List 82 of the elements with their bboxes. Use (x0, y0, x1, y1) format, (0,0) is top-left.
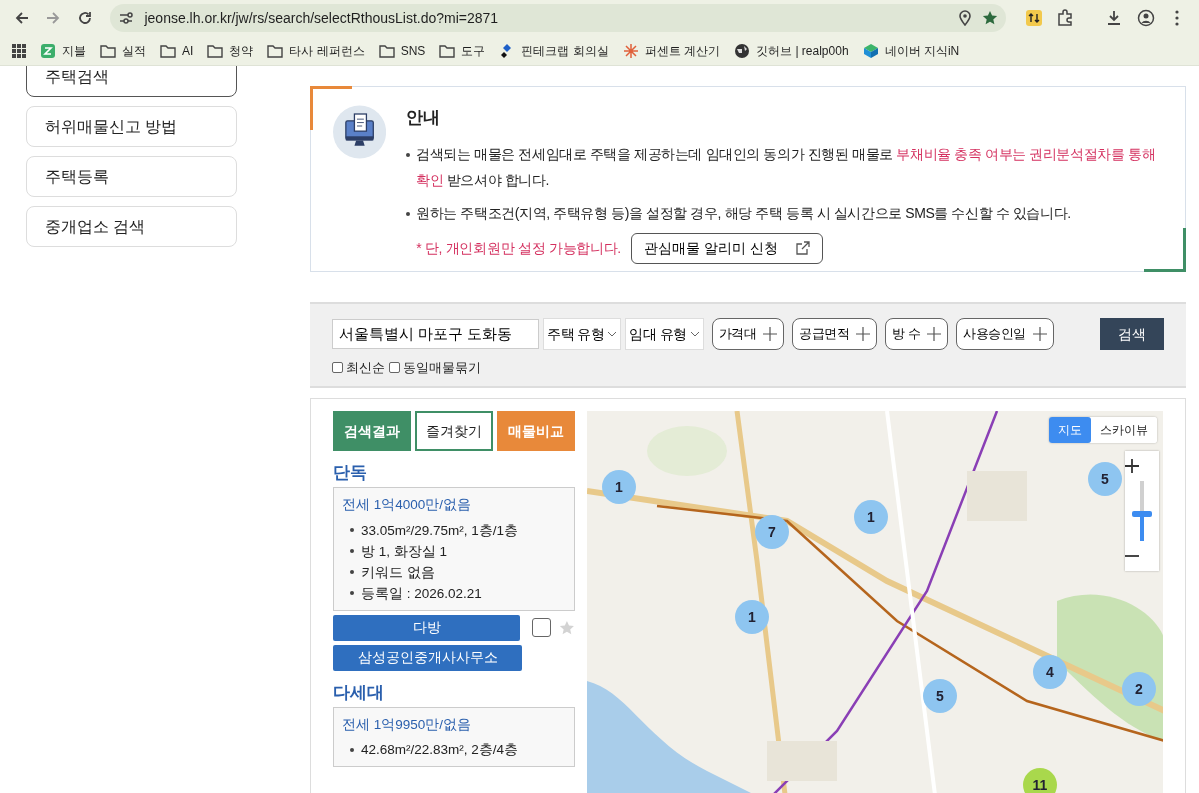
bookmark-link[interactable]: 실적 (100, 42, 146, 60)
alert-subscribe-button[interactable]: 관심매물 알리미 신청 (630, 232, 823, 264)
listing-detail: 키워드 없음 (361, 563, 435, 582)
folder-icon (160, 43, 176, 59)
folder-icon (267, 43, 284, 59)
sidebar-menu-item[interactable]: 중개업소 검색 (26, 206, 237, 247)
checkbox[interactable] (389, 362, 400, 374)
map-view-toggle[interactable]: 스카이뷰 (1091, 417, 1157, 443)
filter-button[interactable]: 공급면적 (792, 318, 878, 350)
location-field[interactable]: 서울특별시 마포구 도화동 (332, 319, 539, 349)
burst-icon (622, 43, 639, 59)
extension-badge-icon[interactable] (1024, 9, 1043, 27)
app-icon (40, 43, 56, 59)
bookmark-link[interactable]: 네이버 지식iN (862, 42, 960, 60)
zoom-slider-thumb[interactable] (1132, 511, 1152, 517)
plus-icon (763, 327, 778, 341)
chevron-down-icon (689, 331, 700, 337)
filter-button[interactable]: 사용승인일 (956, 318, 1054, 350)
notice-text: 검색되는 매물은 전세임대로 주택을 제공하는데 임대인의 동의가 진행된 매물로 부채비율 충족 여부는 권리분석절차를 통해 확인 받으셔야 합니다. (416, 144, 1157, 190)
result-tab[interactable]: 즐겨찾기 (415, 411, 493, 451)
bookmark-link[interactable]: 핀테크랩 회의실 (499, 42, 609, 60)
sidebar-menu-item[interactable]: 주택검색 (26, 66, 237, 97)
bullet-icon (350, 591, 354, 596)
bullet-icon (350, 570, 354, 575)
notice-note: * 단, 개인회원만 설정 가능합니다. (416, 238, 621, 258)
listing-price[interactable]: 전세 1억4000만/없음 (342, 495, 566, 516)
bullet-icon (406, 211, 411, 216)
globe-icon (734, 43, 751, 59)
cube-logo-icon (862, 43, 879, 59)
bullet-icon (350, 549, 354, 554)
zoom-in-icon[interactable] (1125, 459, 1139, 473)
bookmark-link[interactable]: 타사 레퍼런스 (267, 42, 365, 60)
folder-icon (100, 43, 116, 59)
favorite-star-icon[interactable] (559, 619, 575, 636)
plus-icon (1032, 327, 1047, 341)
external-link-icon (795, 241, 810, 255)
listing-price[interactable]: 전세 1억9950만/없음 (342, 715, 566, 736)
plus-icon (927, 327, 942, 341)
notice-title: 안내 (406, 107, 442, 129)
folder-icon (439, 43, 456, 59)
filter-button[interactable]: 방 수 (885, 318, 949, 350)
bullet-icon (350, 747, 354, 752)
site-settings-icon[interactable] (118, 10, 135, 26)
checkbox[interactable] (332, 362, 343, 374)
corner-accent (1144, 228, 1186, 272)
category-heading: 다세대 (333, 682, 385, 704)
bookmark-link[interactable]: 청약 (207, 42, 254, 60)
type-dropdown[interactable]: 임대 유형 (625, 318, 704, 350)
bookmark-link[interactable]: SNS (378, 42, 426, 60)
folder-icon (207, 43, 224, 59)
checkbox-label: 동일매물묶기 (403, 359, 481, 377)
bookmark-link[interactable]: AI (160, 42, 194, 60)
profile-icon[interactable] (1136, 9, 1155, 27)
bookmark-link[interactable]: 퍼센트 계산기 (622, 42, 721, 60)
extensions-icon[interactable] (1056, 9, 1075, 27)
search-button[interactable]: 검색 (1100, 318, 1164, 350)
result-tab[interactable]: 검색결과 (333, 411, 411, 451)
listing-detail: 42.68m²/22.83m², 2층/4층 (361, 741, 519, 760)
compare-checkbox[interactable] (532, 618, 552, 638)
agency-button[interactable]: 삼성공인중개사사무소 (333, 644, 522, 671)
listing-detail: 등록일 : 2026.02.21 (361, 584, 482, 603)
agency-button[interactable]: 다방 (333, 614, 521, 641)
apps-grid-icon[interactable] (12, 44, 26, 58)
bookmark-star-icon[interactable] (981, 10, 998, 26)
sidebar-menu-item[interactable]: 주택등록 (26, 156, 237, 197)
notice-text: 원하는 주택조건(지역, 주택유형 등)을 설정할 경우, 해당 주택 등록 시 실시간으로 SMS를 수신할 수 있습니다. (416, 203, 1071, 223)
type-dropdown[interactable]: 주택 유형 (543, 318, 622, 350)
location-pin-icon[interactable] (957, 10, 972, 26)
bookmark-link[interactable]: 깃허브 | realp00h (734, 42, 849, 60)
folder-icon (378, 43, 395, 59)
chevron-down-icon (607, 331, 618, 337)
filter-button[interactable]: 가격대 (711, 318, 785, 350)
bookmark-link[interactable]: 도구 (439, 42, 486, 60)
bookmark-link[interactable]: 지블 (40, 42, 86, 60)
listing-detail: 33.05m²/29.75m², 1층/1층 (361, 521, 519, 540)
category-heading: 단독 (333, 463, 368, 484)
bullet-icon (406, 152, 411, 157)
plus-icon (856, 327, 871, 341)
bullet-icon (350, 528, 354, 533)
listing-detail: 방 1, 화장실 1 (361, 542, 448, 561)
checkbox-label: 최신순 (346, 359, 385, 377)
sidebar-menu-item[interactable]: 허위매물신고 방법 (26, 106, 237, 147)
